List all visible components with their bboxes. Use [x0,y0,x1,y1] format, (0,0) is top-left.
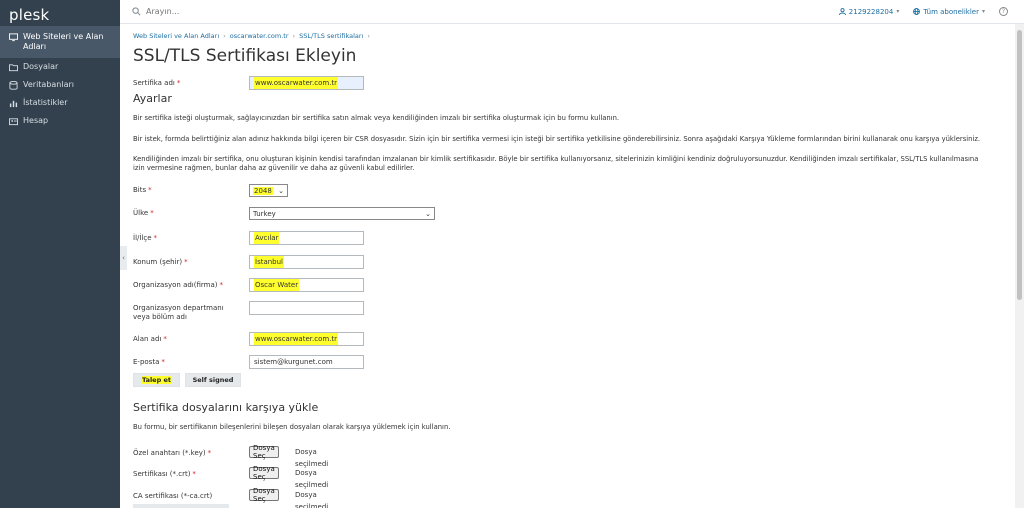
sidebar-item-account[interactable]: Hesap [0,112,120,130]
sidebar-item-label: Hesap [23,116,49,125]
settings-desc-1: Bir sertifika isteği oluşturmak, sağlayı… [133,114,620,122]
settings-desc-2: Bir istek, formda belirttiğiniz alan adı… [133,135,981,143]
dept-input[interactable] [249,301,364,315]
certificate-status: Dosya seçilmedi [295,469,329,489]
sidebar-item-websites[interactable]: Web Siteleri ve Alan Adları [0,26,120,58]
page-scrollbar[interactable] [1015,24,1024,508]
ca-certificate-choose-button[interactable]: Dosya Seç [249,487,279,503]
settings-title: Ayarlar [133,92,172,105]
bits-select[interactable]: 2048 ⌄ [249,184,288,197]
sidebar: plesk Web Siteleri ve Alan Adları Dosyal… [0,0,120,508]
upload-title: Sertifika dosyalarını karşıya yükle [133,401,319,414]
org-label: Organizasyon adı(firma) * [133,281,223,289]
ca-certificate-status: Dosya seçilmedi [295,491,329,508]
bits-label: Bits * [133,186,152,194]
scrollbar-thumb[interactable] [1017,30,1022,300]
chevron-down-icon: ⌄ [425,209,431,218]
request-button[interactable]: Talep et [133,373,180,387]
self-signed-button[interactable]: Self signed [185,373,241,387]
org-input[interactable]: Oscar Water [249,278,364,292]
database-icon [8,80,18,90]
monitor-icon [8,32,18,42]
sidebar-collapse-toggle[interactable]: ‹ [120,246,127,270]
email-label: E-posta * [133,358,165,366]
country-label: Ülke * [133,209,154,217]
plesk-logo[interactable]: plesk [0,0,120,26]
email-input[interactable]: sistem@kurgunet.com [249,355,364,369]
sidebar-item-files[interactable]: Dosyalar [0,58,120,76]
sidebar-item-label: İstatistikler [23,98,68,107]
domain-label: Alan adı * [133,335,167,343]
chevron-left-icon: ‹ [122,254,125,262]
settings-desc-3-line2: izin vermesine rağmen, bunlar daha az gü… [133,164,415,172]
state-label: İl/İlçe * [133,234,158,242]
account-icon [8,116,18,126]
certificate-choose-button[interactable]: Dosya Seç [249,465,279,481]
sidebar-item-label: Veritabanları [23,80,75,89]
certificate-label: Sertifikası (*.crt) * [133,470,196,478]
dept-label: Organizasyon departmanı veya bölüm adı [133,304,224,321]
sidebar-item-databases[interactable]: Veritabanları [0,76,120,94]
settings-desc-3-line1: Kendiliğinden imzalı bir sertifika, onu … [133,155,979,163]
folder-icon [8,62,18,72]
chevron-down-icon: ⌄ [278,186,284,195]
settings-desc-3: Kendiliğinden imzalı bir sertifika, onu … [133,155,1013,173]
state-input[interactable]: Avcılar [249,231,364,245]
cert-name-label: Sertifika adı * [133,79,181,87]
form-area: Sertifika adı * www.oscarwater.com.tr Aya… [133,0,1013,508]
stats-icon [8,98,18,108]
city-input[interactable]: İstanbul [249,255,364,269]
upload-desc: Bu formu, bir sertifikanın bileşenlerini… [133,423,451,431]
domain-input[interactable]: www.oscarwater.com.tr [249,332,364,346]
sidebar-item-label: Web Siteleri ve Alan Adları [23,32,104,51]
sidebar-item-statistics[interactable]: İstatistikler [0,94,120,112]
city-label: Konum (şehir) * [133,258,188,266]
private-key-label: Özel anahtarı (*.key) * [133,449,212,457]
private-key-choose-button[interactable]: Dosya Seç [249,444,279,460]
ca-certificate-label: CA sertifikası (*-ca.crt) [133,492,213,500]
upload-button-partial[interactable] [133,504,229,508]
sidebar-item-label: Dosyalar [23,62,59,71]
cert-name-input[interactable]: www.oscarwater.com.tr [249,76,364,90]
country-select[interactable]: Turkey ⌄ [249,207,435,220]
